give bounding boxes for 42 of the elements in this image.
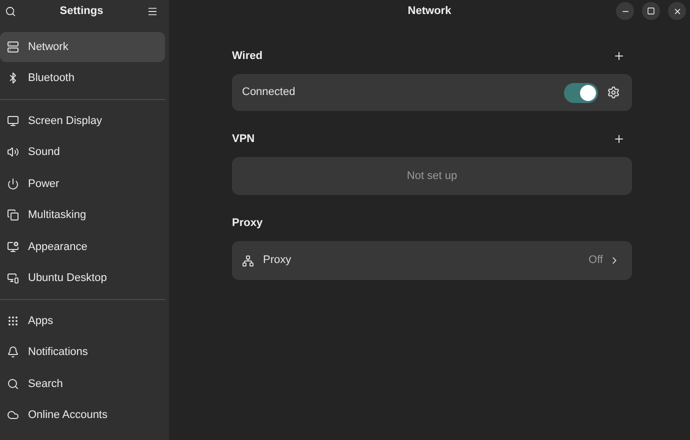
toggle-switch[interactable] bbox=[564, 82, 598, 102]
grid-icon bbox=[7, 314, 19, 327]
search-icon bbox=[7, 378, 19, 390]
network-icon bbox=[7, 40, 19, 53]
sidebar-item[interactable]: Search bbox=[0, 368, 165, 399]
proxy-icon bbox=[242, 254, 254, 266]
windows-icon bbox=[7, 209, 19, 222]
speaker-icon bbox=[7, 146, 19, 158]
power-icon bbox=[7, 178, 19, 190]
section-heading: Wired bbox=[232, 48, 262, 64]
proxy-row[interactable]: Proxy Off bbox=[232, 241, 632, 280]
section-heading: VPN bbox=[232, 132, 255, 147]
sidebar-item[interactable]: Screen Display bbox=[0, 106, 165, 136]
search-icon[interactable] bbox=[5, 6, 16, 16]
sidebar-item[interactable]: Appearance bbox=[0, 232, 165, 262]
sidebar-item[interactable]: Apps bbox=[0, 306, 165, 336]
bluetooth-icon bbox=[7, 72, 19, 84]
empty-message: Not set up bbox=[406, 168, 458, 184]
add-icon[interactable] bbox=[613, 133, 625, 145]
add-icon[interactable] bbox=[613, 50, 625, 62]
monitor-icon bbox=[7, 114, 19, 127]
sidebar-item[interactable]: Notifications bbox=[0, 337, 165, 368]
maximize-icon bbox=[647, 7, 655, 15]
section-heading: Proxy bbox=[232, 216, 263, 231]
cloud-icon bbox=[7, 409, 19, 422]
window-title: Network bbox=[408, 4, 452, 19]
close-button[interactable] bbox=[668, 2, 686, 20]
close-icon bbox=[672, 6, 682, 16]
sidebar-item[interactable]: Bluetooth bbox=[0, 63, 165, 94]
sidebar-item[interactable]: Online Accounts bbox=[0, 400, 165, 430]
connection-status: Connected bbox=[242, 85, 296, 100]
sidebar-item[interactable]: Ubuntu Desktop bbox=[0, 263, 165, 294]
sidebar-item[interactable]: Multitasking bbox=[0, 200, 165, 230]
sidebar-item[interactable]: Sound bbox=[0, 137, 165, 168]
sidebar-item[interactable]: Network bbox=[0, 32, 165, 62]
sidebar-title: Settings bbox=[60, 4, 104, 19]
desktop-icon bbox=[7, 272, 19, 284]
settings-icon[interactable] bbox=[607, 86, 620, 99]
bell-icon bbox=[7, 346, 19, 358]
maximize-button[interactable] bbox=[642, 2, 660, 20]
menu-icon[interactable] bbox=[147, 6, 158, 16]
sidebar-item[interactable]: Power bbox=[0, 168, 165, 199]
